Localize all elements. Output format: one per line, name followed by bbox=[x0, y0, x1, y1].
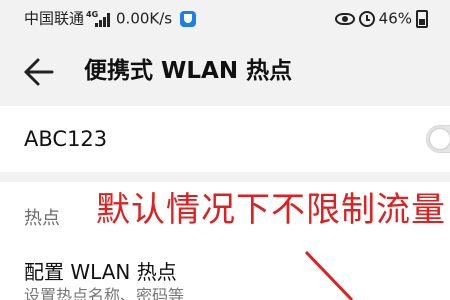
section-label: 热点 bbox=[24, 208, 60, 229]
page-title: 便携式 WLAN 热点 bbox=[84, 58, 293, 84]
network-type: 4G bbox=[86, 9, 99, 19]
annotation-text: 默认情况下不限制流量 bbox=[96, 190, 446, 230]
configure-hotspot-item[interactable]: 配置 WLAN 热点 bbox=[24, 260, 177, 284]
network-speed: 0.00K/s bbox=[116, 9, 173, 28]
carrier-name: 中国联通 bbox=[24, 9, 85, 28]
back-arrow-icon[interactable] bbox=[22, 56, 56, 88]
toggle-knob bbox=[430, 129, 450, 149]
hotspot-ssid-row[interactable]: ABC123 bbox=[0, 106, 450, 172]
status-left: 中国联通 4G 0.00K/s bbox=[24, 8, 197, 29]
battery-icon bbox=[416, 9, 428, 28]
shield-icon bbox=[180, 10, 197, 27]
configure-hotspot-subtitle: 设置热点名称、密码等 bbox=[24, 286, 185, 300]
eye-icon bbox=[334, 12, 355, 25]
status-bar: 中国联通 4G 0.00K/s 46% bbox=[0, 0, 450, 36]
signal-icon: 4G bbox=[86, 9, 112, 27]
alarm-icon bbox=[358, 10, 375, 27]
status-right: 46% bbox=[334, 8, 428, 29]
hotspot-toggle[interactable] bbox=[426, 125, 450, 153]
battery-percent: 46% bbox=[378, 9, 412, 28]
app-bar: 便携式 WLAN 热点 bbox=[0, 40, 450, 104]
hotspot-ssid: ABC123 bbox=[24, 127, 108, 151]
phone-screen: 中国联通 4G 0.00K/s 46% 便携式 WLAN 热点 ABC123 热点 … bbox=[0, 0, 450, 300]
